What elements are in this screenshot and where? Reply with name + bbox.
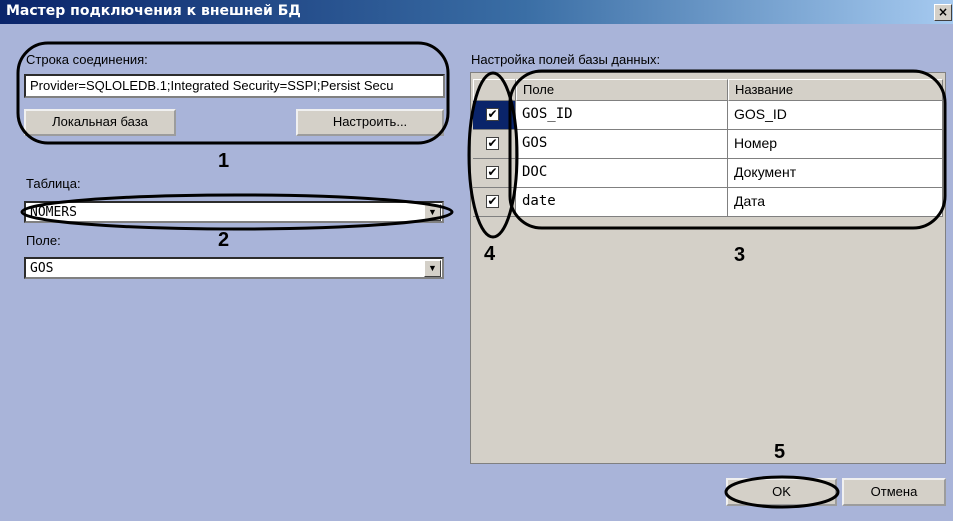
grid-cell-field[interactable]: GOS_ID: [516, 101, 728, 130]
grid-cell-name[interactable]: Документ: [728, 159, 943, 188]
grid-cell-field[interactable]: GOS: [516, 130, 728, 159]
annotation-number-5: 5: [774, 441, 786, 463]
table-row[interactable]: ✔ date Дата: [473, 188, 943, 218]
grid-cell-name[interactable]: Дата: [728, 188, 943, 217]
field-select[interactable]: GOS ▼: [24, 257, 444, 279]
grid-header-checkbox: [473, 79, 516, 101]
chevron-down-icon[interactable]: ▼: [424, 204, 441, 221]
grid-checkbox-cell: ✔: [473, 159, 516, 188]
field-select-value: GOS: [30, 261, 54, 276]
grid-cell-field[interactable]: date: [516, 188, 728, 217]
grid-label: Настройка полей базы данных:: [471, 52, 661, 67]
chevron-down-icon[interactable]: ▼: [424, 260, 441, 277]
grid-checkbox-cell: ✔: [473, 188, 516, 217]
table-row[interactable]: ✔ DOC Документ: [473, 159, 943, 189]
close-icon[interactable]: ×: [934, 4, 952, 21]
table-select-value: NOMERS: [30, 205, 77, 220]
table-label: Таблица:: [26, 176, 81, 191]
annotation-number-2: 2: [218, 229, 230, 251]
checkbox-icon[interactable]: ✔: [486, 166, 499, 179]
connection-string-label: Строка соединения:: [26, 52, 148, 67]
grid-header-name[interactable]: Название: [728, 79, 943, 101]
annotation-number-1: 1: [218, 150, 230, 172]
connection-string-field[interactable]: Provider=SQLOLEDB.1;Integrated Security=…: [24, 74, 445, 98]
grid-cell-field[interactable]: DOC: [516, 159, 728, 188]
configure-button[interactable]: Настроить...: [296, 109, 444, 136]
annotation-number-3: 3: [734, 244, 746, 266]
cancel-button[interactable]: Отмена: [842, 478, 946, 506]
local-database-button[interactable]: Локальная база: [24, 109, 176, 136]
grid-checkbox-cell: ✔: [473, 101, 516, 130]
grid-header-field[interactable]: Поле: [516, 79, 728, 101]
table-row[interactable]: ✔ GOS_ID GOS_ID: [473, 101, 943, 131]
checkbox-icon[interactable]: ✔: [486, 108, 499, 121]
grid-checkbox-cell: ✔: [473, 130, 516, 159]
annotation-number-4: 4: [484, 243, 496, 265]
grid-cell-name[interactable]: GOS_ID: [728, 101, 943, 130]
ok-button[interactable]: OK: [726, 478, 837, 506]
checkbox-icon[interactable]: ✔: [486, 195, 499, 208]
table-row[interactable]: ✔ GOS Номер: [473, 130, 943, 160]
grid-cell-name[interactable]: Номер: [728, 130, 943, 159]
field-label: Поле:: [26, 233, 61, 248]
window-title: Мастер подключения к внешней БД: [6, 3, 301, 19]
checkbox-icon[interactable]: ✔: [486, 137, 499, 150]
table-select[interactable]: NOMERS ▼: [24, 201, 444, 223]
